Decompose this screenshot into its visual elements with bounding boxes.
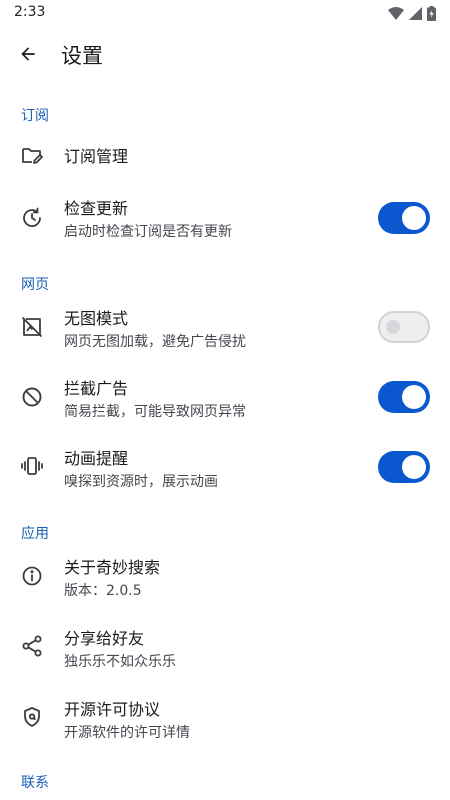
folder-edit-icon [20,143,44,167]
block-icon [20,385,44,409]
setting-block-ads[interactable]: 拦截广告 简易拦截，可能导致网页异常 [0,370,450,426]
no-image-toggle[interactable] [378,311,430,343]
setting-title: 开源许可协议 [64,700,161,719]
setting-title: 检查更新 [64,199,129,218]
cell-signal-icon [409,7,422,20]
update-clock-icon [20,206,44,230]
setting-license[interactable]: 开源许可协议 开源软件的许可详情 [0,691,450,747]
block-ads-toggle[interactable] [378,381,430,413]
setting-about[interactable]: 关于奇妙搜索 版本：2.0.5 [0,549,450,605]
section-header-contact: 联系 [21,775,49,791]
setting-share[interactable]: 分享给好友 独乐乐不如众乐乐 [0,620,450,676]
setting-subtitle: 启动时检查订阅是否有更新 [64,224,232,240]
setting-subscription-manage[interactable]: 订阅管理 [0,130,450,180]
toggle-knob [402,455,426,479]
image-off-icon [20,315,44,339]
setting-check-update[interactable]: 检查更新 启动时检查订阅是否有更新 [0,190,450,246]
setting-no-image[interactable]: 无图模式 网页无图加载，避免广告侵扰 [0,300,450,356]
section-header-app: 应用 [21,526,49,542]
setting-subtitle: 开源软件的许可详情 [64,725,190,741]
arrow-back-icon [21,47,35,61]
toggle-knob [402,385,426,409]
status-time: 2:33 [14,4,46,20]
section-header-subscription: 订阅 [21,108,49,124]
setting-title: 无图模式 [64,309,129,328]
page-title: 设置 [61,44,103,68]
setting-subtitle: 版本：2.0.5 [64,583,142,599]
setting-title: 动画提醒 [64,449,129,468]
setting-title: 关于奇妙搜索 [64,558,161,577]
setting-title: 拦截广告 [64,379,129,398]
back-button[interactable] [12,30,44,78]
check-update-toggle[interactable] [378,202,430,234]
vibration-icon [20,454,44,478]
toggle-knob [402,206,426,230]
setting-subtitle: 简易拦截，可能导致网页异常 [64,404,246,420]
setting-title: 订阅管理 [64,147,129,166]
section-header-webpage: 网页 [21,277,49,293]
app-bar: 设置 [0,26,450,82]
status-icons [388,6,436,21]
wifi-icon [388,7,404,20]
setting-subtitle: 网页无图加载，避免广告侵扰 [64,334,246,350]
setting-title: 分享给好友 [64,629,145,648]
status-bar: 2:33 [0,0,450,26]
license-shield-icon [20,705,44,729]
animation-toggle[interactable] [378,451,430,483]
info-icon [20,564,44,588]
setting-animation[interactable]: 动画提醒 嗅探到资源时，展示动画 [0,440,450,496]
battery-icon [427,6,436,21]
toggle-knob [386,320,400,334]
setting-subtitle: 独乐乐不如众乐乐 [64,654,176,670]
share-icon [20,634,44,658]
setting-subtitle: 嗅探到资源时，展示动画 [64,474,218,490]
